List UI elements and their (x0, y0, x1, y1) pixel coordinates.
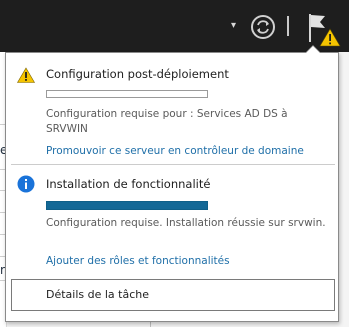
info-icon (17, 175, 35, 193)
promote-domain-controller-link[interactable]: Promouvoir ce serveur en contrôleur de d… (46, 145, 304, 157)
add-roles-features-link[interactable]: Ajouter des rôles et fonctionnalités (46, 255, 230, 267)
flag-warning-icon[interactable] (305, 10, 341, 48)
task-details-button[interactable]: Détails de la tâche (11, 279, 335, 311)
notification-divider (11, 164, 335, 165)
notification-progress-bar (46, 90, 208, 98)
notification-progress-bar (46, 201, 208, 210)
progress-fill (47, 202, 207, 209)
notification-description: SRVWIN (46, 123, 88, 135)
notifications-popup: Configuration post-déploiement Configura… (5, 45, 339, 322)
notification-title: Configuration post-déploiement (46, 67, 229, 81)
server-manager-toolbar: ▾ (0, 0, 349, 52)
toolbar-separator (287, 16, 289, 36)
dropdown-arrow-icon[interactable]: ▾ (231, 19, 236, 33)
task-details-label: Détails de la tâche (46, 288, 150, 301)
notification-description: Configuration requise. Installation réus… (46, 217, 326, 229)
warning-icon (17, 67, 35, 83)
refresh-icon[interactable] (250, 14, 276, 40)
notification-title: Installation de fonctionnalité (46, 177, 211, 191)
notification-description: Configuration requise pour : Services AD… (46, 108, 288, 120)
